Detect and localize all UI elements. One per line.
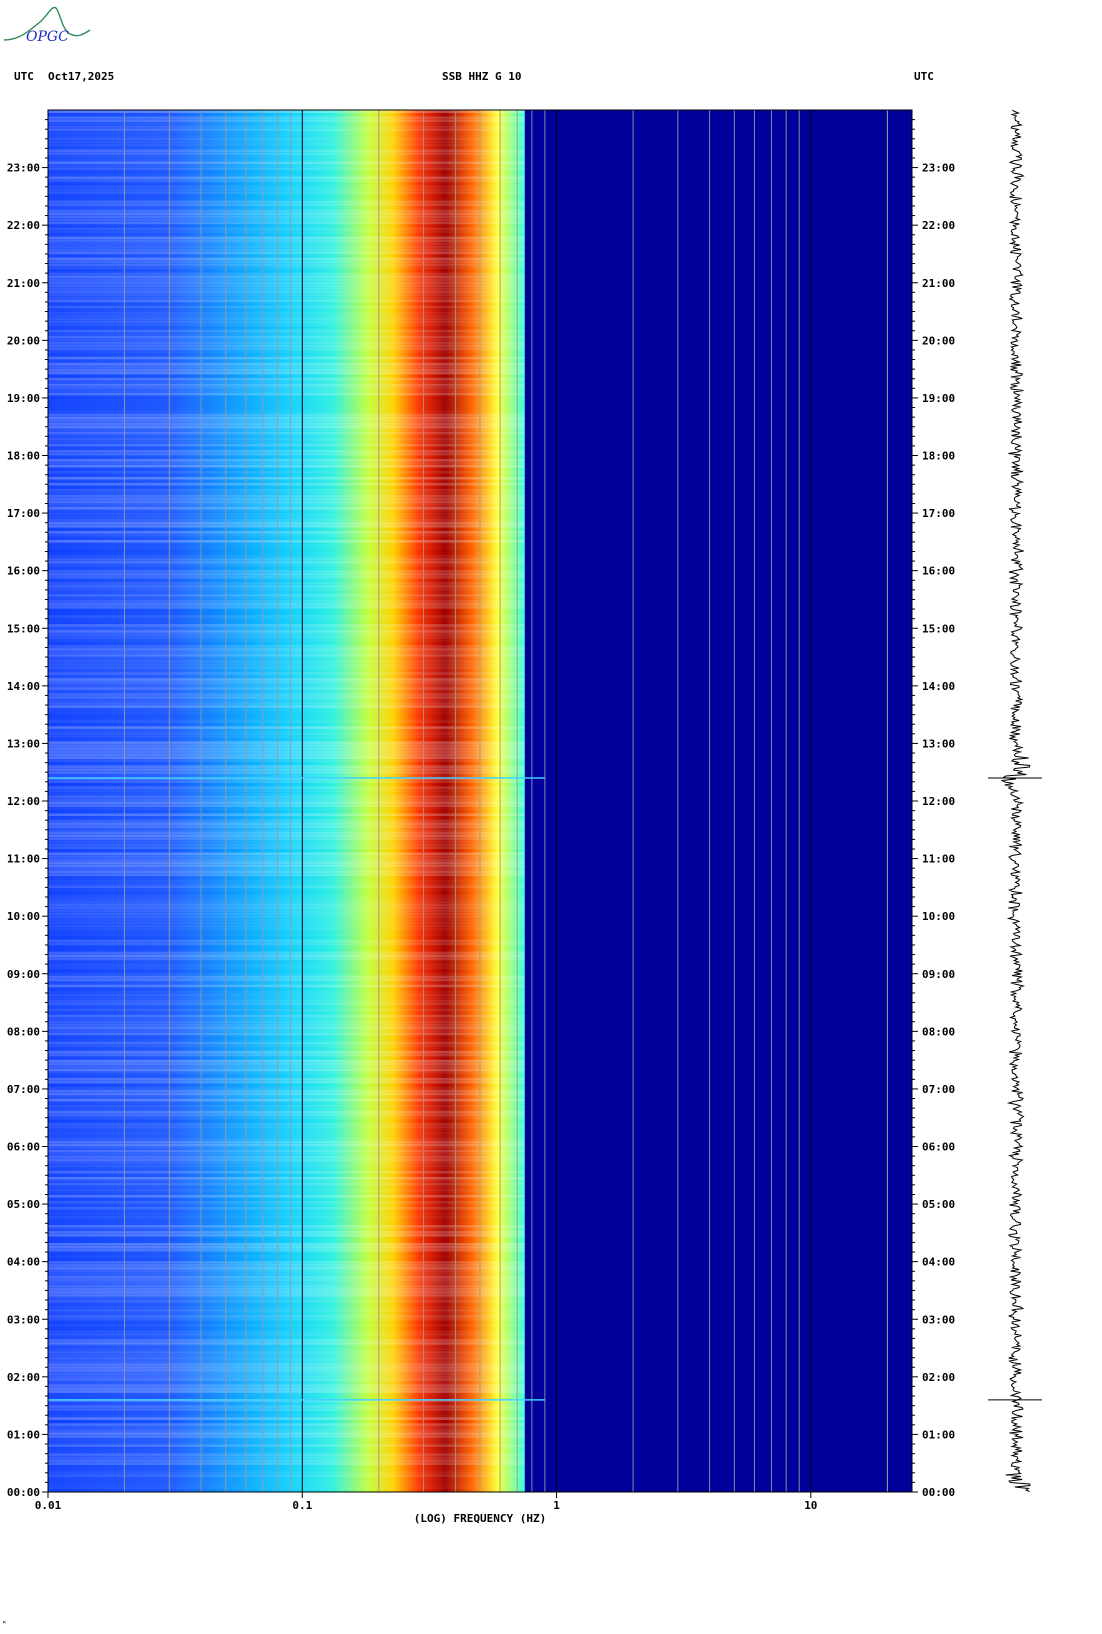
x-tick-label: 10	[804, 1499, 817, 1512]
y-tick-label-right: 14:00	[922, 680, 955, 693]
y-tick-label-left: 12:00	[7, 795, 40, 808]
y-tick-label-left: 15:00	[7, 622, 40, 635]
y-tick-label-left: 23:00	[7, 162, 40, 175]
y-tick-label-right: 03:00	[922, 1313, 955, 1326]
y-tick-label-right: 07:00	[922, 1083, 955, 1096]
y-tick-label-left: 16:00	[7, 565, 40, 578]
y-tick-label-right: 22:00	[922, 219, 955, 232]
y-tick-label-left: 11:00	[7, 853, 40, 866]
y-tick-label-left: 01:00	[7, 1428, 40, 1441]
y-tick-label-left: 13:00	[7, 737, 40, 750]
y-tick-label-right: 19:00	[922, 392, 955, 405]
y-tick-label-right: 18:00	[922, 450, 955, 463]
y-tick-label-right: 17:00	[922, 507, 955, 520]
seismogram-trace	[1000, 109, 1031, 1492]
y-tick-label-left: 02:00	[7, 1371, 40, 1384]
y-tick-label-right: 11:00	[922, 853, 955, 866]
y-tick-label-right: 08:00	[922, 1025, 955, 1038]
frequency-axis: 0.01 0.1 1 10	[35, 1492, 817, 1512]
x-tick-label: 1	[553, 1499, 560, 1512]
high-frequency-noise-floor	[524, 110, 912, 1492]
y-tick-label-right: 21:00	[922, 277, 955, 290]
spectrogram-chart: 00:00 00:00 01:00 01:00 02:00 02:00 03:00 03:00…	[7, 109, 1042, 1525]
y-tick-label-left: 18:00	[7, 450, 40, 463]
y-tick-label-right: 02:00	[922, 1371, 955, 1384]
y-tick-label-right: 01:00	[922, 1428, 955, 1441]
seismogram-event-marks	[988, 777, 1042, 1401]
y-tick-label-left: 00:00	[7, 1486, 40, 1499]
y-tick-label-right: 06:00	[922, 1141, 955, 1154]
y-tick-label-left: 09:00	[7, 968, 40, 981]
y-tick-label-left: 21:00	[7, 277, 40, 290]
x-axis-label: (LOG) FREQUENCY (HZ)	[414, 1512, 546, 1525]
y-tick-label-left: 04:00	[7, 1256, 40, 1269]
y-tick-label-left: 03:00	[7, 1313, 40, 1326]
y-tick-label-right: 13:00	[922, 737, 955, 750]
y-tick-label-left: 20:00	[7, 334, 40, 347]
y-tick-label-right: 04:00	[922, 1256, 955, 1269]
x-tick-label: 0.1	[292, 1499, 312, 1512]
y-tick-label-left: 17:00	[7, 507, 40, 520]
y-tick-label-right: 16:00	[922, 565, 955, 578]
y-tick-label-left: 08:00	[7, 1025, 40, 1038]
y-tick-label-right: 15:00	[922, 622, 955, 635]
y-tick-label-left: 14:00	[7, 680, 40, 693]
y-tick-label-left: 22:00	[7, 219, 40, 232]
y-tick-label-right: 23:00	[922, 162, 955, 175]
x-tick-label: 0.01	[35, 1499, 62, 1512]
y-tick-label-left: 07:00	[7, 1083, 40, 1096]
y-tick-label-right: 12:00	[922, 795, 955, 808]
y-tick-label-left: 06:00	[7, 1141, 40, 1154]
y-tick-label-left: 10:00	[7, 910, 40, 923]
y-tick-label-right: 10:00	[922, 910, 955, 923]
y-tick-label-right: 09:00	[922, 968, 955, 981]
y-tick-label-left: 05:00	[7, 1198, 40, 1211]
y-tick-label-left: 19:00	[7, 392, 40, 405]
y-tick-label-right: 20:00	[922, 334, 955, 347]
spectrogram-page: OPGC UTC Oct17,2025 SSB HHZ G 10 UTC 00:…	[0, 0, 1102, 1634]
y-tick-label-right: 05:00	[922, 1198, 955, 1211]
y-tick-label-right: 00:00	[922, 1486, 955, 1499]
footer-mark: ᴹ	[2, 1620, 7, 1628]
